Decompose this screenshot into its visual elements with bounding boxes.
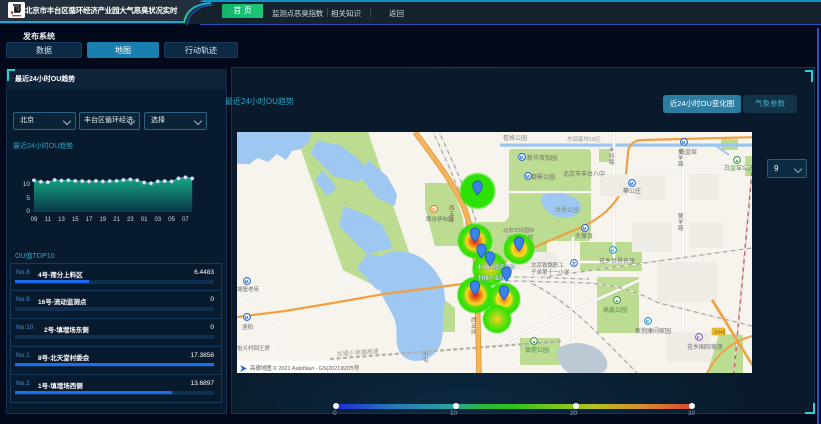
svg-text:D: D [697, 335, 700, 340]
svg-text:05: 05 [168, 217, 175, 223]
svg-text:白盆窑公园: 白盆窑公园 [724, 164, 752, 172]
svg-text:▲: ▲ [615, 298, 619, 303]
svg-text:北京铁路职工: 北京铁路职工 [531, 261, 565, 269]
svg-text:▲: ▲ [735, 158, 739, 163]
svg-text:11: 11 [45, 217, 52, 223]
svg-text:看格公园: 看格公园 [503, 134, 527, 142]
svg-text:樊: 樊 [678, 212, 684, 220]
svg-text:新华双加园: 新华双加园 [527, 154, 557, 162]
svg-text:环: 环 [471, 329, 477, 336]
svg-text:科技产业园: 科技产业园 [478, 274, 506, 282]
svg-text:M: M [245, 279, 249, 284]
svg-text:M: M [583, 226, 587, 231]
svg-text:怡义村回王房: 怡义村回王房 [237, 344, 271, 352]
svg-text:M: M [630, 181, 634, 186]
svg-text:羊: 羊 [678, 218, 684, 226]
svg-text:21: 21 [113, 217, 120, 223]
svg-text:西: 西 [471, 317, 477, 324]
svg-text:丰: 丰 [609, 146, 615, 154]
svg-text:花乡国际家居: 花乡国际家居 [687, 343, 723, 351]
svg-text:03: 03 [154, 217, 161, 223]
svg-text:总部基地18区: 总部基地18区 [567, 135, 601, 143]
svg-text:小: 小 [423, 350, 429, 358]
svg-text:北京市丰台八中: 北京市丰台八中 [563, 170, 605, 178]
svg-text:攀公庄: 攀公庄 [623, 187, 641, 195]
svg-text:环: 环 [449, 217, 455, 224]
svg-text:五: 五 [449, 211, 455, 218]
svg-text:M: M [682, 140, 686, 145]
svg-text:15: 15 [72, 217, 79, 223]
svg-text:文: 文 [572, 260, 577, 267]
svg-text:屯: 屯 [423, 356, 429, 364]
svg-text:01: 01 [141, 217, 148, 223]
svg-text:科: 科 [609, 152, 615, 160]
svg-text:▲: ▲ [532, 339, 536, 344]
svg-text:银堤公园: 银堤公园 [525, 346, 549, 354]
svg-text:19: 19 [99, 217, 106, 223]
svg-text:子弟第十一小学: 子弟第十一小学 [531, 268, 570, 276]
svg-text:酒阳: 酒阳 [242, 323, 253, 331]
svg-text:07: 07 [182, 217, 189, 223]
svg-text:焦倪康闷家园: 焦倪康闷家园 [635, 327, 671, 335]
svg-text:M: M [526, 174, 530, 179]
svg-text:13: 13 [58, 217, 65, 223]
svg-text:17: 17 [86, 217, 93, 223]
svg-text:5: 5 [26, 195, 30, 202]
svg-text:B: B [611, 248, 614, 253]
svg-text:西: 西 [449, 205, 455, 212]
svg-text:高鑫公园: 高鑫公园 [603, 306, 627, 314]
svg-text:世界公园: 世界公园 [555, 206, 579, 214]
svg-text:北京华科国际: 北京华科国际 [503, 226, 534, 234]
svg-text:0: 0 [26, 208, 30, 215]
svg-text:花乡世界名居: 花乡世界名居 [599, 257, 635, 265]
svg-text:五: 五 [471, 323, 477, 330]
svg-text:御景公园: 御景公园 [531, 173, 555, 181]
svg-text:M: M [520, 155, 524, 160]
svg-text:路: 路 [609, 158, 615, 166]
svg-text:M: M [245, 315, 249, 320]
svg-text:09: 09 [31, 217, 38, 223]
svg-text:G045: G045 [714, 330, 726, 335]
svg-text:大葆台: 大葆台 [575, 232, 593, 240]
svg-text:B: B [646, 319, 649, 324]
svg-text:樊: 樊 [678, 148, 684, 156]
svg-text:城堡老街: 城堡老街 [237, 285, 260, 293]
svg-text:10: 10 [23, 181, 31, 188]
svg-text:路: 路 [678, 224, 684, 232]
svg-text:羊: 羊 [678, 154, 684, 162]
svg-text:23: 23 [127, 217, 134, 223]
svg-text:G: G [432, 207, 436, 212]
svg-text:高德地图 © 2021 AutoNavi - GS(2021: 高德地图 © 2021 AutoNavi - GS(2021)6375号 [250, 364, 360, 372]
svg-text:路: 路 [678, 160, 684, 168]
